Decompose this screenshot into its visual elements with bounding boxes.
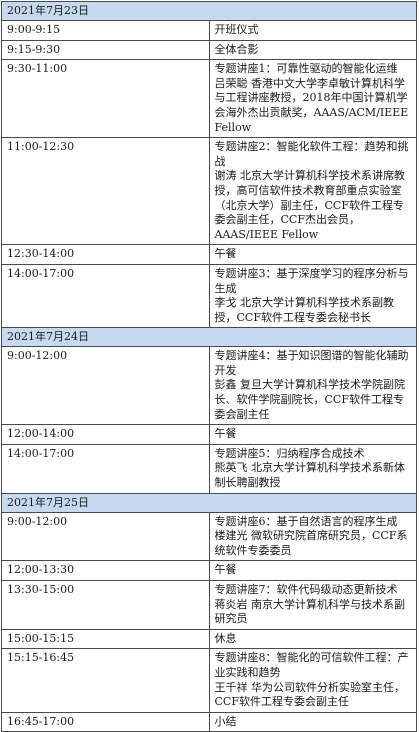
- session-time: 14:00-17:00: [1, 263, 210, 329]
- session-speaker: 彭鑫 复旦大学计算机科学技术学院副院长、软件学院副院长，CCF软件工程专委会副主…: [214, 378, 406, 421]
- session-row: 14:00-17:00 专题讲座3：基于深度学习的程序分析与生成 李戈 北京大学计算…: [1, 263, 417, 329]
- session-row: 9:15-9:30 全体合影: [1, 39, 417, 61]
- session-content: 专题讲座3：基于深度学习的程序分析与生成 李戈 北京大学计算机科学技术系副教授，C…: [208, 263, 417, 329]
- session-title: 休息: [214, 631, 237, 645]
- session-row: 9:00-12:00 专题讲座6：基于自然语言的程序生成 楼建光 微软研究院首席研究…: [1, 511, 417, 562]
- session-title: 小结: [214, 714, 237, 728]
- session-title: 专题讲座8：智能化的可信软件工程：产业实践和趋势: [214, 651, 409, 679]
- session-row: 13:30-15:00 专题讲座7：软件代码级动态更新技术 蒋炎岩 南京大学计算机科…: [1, 580, 417, 630]
- session-time: 12:00-14:00: [1, 424, 210, 445]
- session-title: 午餐: [214, 563, 237, 577]
- session-content: 小结: [208, 711, 417, 732]
- session-row: 9:00-9:15 开班仪式: [1, 20, 417, 41]
- session-time: 11:00-12:30: [1, 137, 210, 246]
- session-content: 午餐: [208, 424, 417, 445]
- session-title: 全体合影: [214, 42, 259, 56]
- session-row: 12:00-14:00 午餐: [1, 424, 417, 445]
- session-row: 11:00-12:30 专题讲座2：智能化软件工程：趋势和挑战 谢涛 北京大学计算机…: [1, 137, 417, 246]
- session-speaker: 蒋炎岩 南京大学计算机科学与技术系副研究员: [214, 597, 406, 626]
- session-title: 午餐: [214, 247, 237, 261]
- session-time: 16:45-17:00: [1, 711, 210, 732]
- session-title: 专题讲座6：基于自然语言的程序生成: [214, 514, 398, 528]
- session-title: 专题讲座1：可靠性驱动的智能化运维: [214, 62, 398, 76]
- session-content: 休息: [208, 628, 417, 650]
- session-row: 9:00-12:00 专题讲座4：基于知识图谱的智能化辅助开发 彭鑫 复旦大学计算机…: [1, 346, 417, 426]
- session-content: 午餐: [208, 244, 417, 265]
- session-row: 12:00-13:30 午餐: [1, 560, 417, 581]
- session-title: 专题讲座5：归纳程序合成技术: [214, 446, 365, 460]
- session-content: 专题讲座8：智能化的可信软件工程：产业实践和趋势 王千祥 华为公司软件分析实验室主…: [208, 648, 417, 713]
- session-time: 9:00-12:00: [1, 511, 210, 562]
- session-content: 专题讲座2：智能化软件工程：趋势和挑战 谢涛 北京大学计算机科学技术系讲席教授，高…: [208, 137, 417, 246]
- session-time: 13:30-15:00: [1, 580, 210, 630]
- day-date: 2021年7月23日: [1, 1, 417, 21]
- session-row: 9:30-11:00 专题讲座1：可靠性驱动的智能化运维 吕荣聪 香港中文大学李卓敏…: [1, 59, 417, 139]
- day-header-row: 2021年7月23日: [1, 1, 417, 21]
- session-row: 15:00-15:15 休息: [1, 628, 417, 650]
- day-header-row: 2021年7月25日: [1, 492, 417, 513]
- session-time: 9:00-9:15: [1, 20, 210, 41]
- session-time: 12:00-13:30: [1, 560, 210, 581]
- session-row: 15:15-16:45 专题讲座8：智能化的可信软件工程：产业实践和趋势 王千祥 华…: [1, 648, 417, 713]
- session-title: 午餐: [214, 427, 237, 441]
- session-speaker: 吕荣聪 香港中文大学李卓敏计算机科学与工程讲座教授，2018年中国计算机学会海外…: [214, 76, 409, 134]
- session-speaker: 熊英飞 北京大学计算机科学技术系新体制长聘副教授: [214, 461, 406, 490]
- session-time: 12:30-14:00: [1, 244, 210, 265]
- session-row: 14:00-17:00 专题讲座5：归纳程序合成技术 熊英飞 北京大学计算机科学技术…: [1, 443, 417, 494]
- session-row: 16:45-17:00 小结: [1, 711, 417, 732]
- day-date: 2021年7月25日: [1, 492, 417, 513]
- session-speaker: 李戈 北京大学计算机科学技术系副教授，CCF软件工程专委会秘书长: [214, 296, 395, 324]
- day-header-row: 2021年7月24日: [1, 327, 417, 348]
- session-title: 专题讲座2：智能化软件工程：趋势和挑战: [214, 140, 409, 168]
- session-time: 9:30-11:00: [1, 59, 210, 139]
- day-date: 2021年7月24日: [1, 327, 417, 348]
- session-title: 专题讲座3：基于深度学习的程序分析与生成: [214, 266, 409, 295]
- session-content: 开班仪式: [208, 20, 417, 41]
- session-time: 9:00-12:00: [1, 346, 210, 426]
- session-content: 专题讲座1：可靠性驱动的智能化运维 吕荣聪 香港中文大学李卓敏计算机科学与工程讲座…: [208, 59, 417, 139]
- session-speaker: 王千祥 华为公司软件分析实验室主任，CCF软件工程专委会副主任: [214, 680, 406, 709]
- session-content: 全体合影: [208, 39, 417, 61]
- session-row: 12:30-14:00 午餐: [1, 244, 417, 265]
- session-time: 15:15-16:45: [1, 648, 210, 713]
- session-title: 专题讲座4：基于知识图谱的智能化辅助开发: [214, 349, 409, 377]
- session-time: 9:15-9:30: [1, 39, 210, 61]
- session-content: 午餐: [208, 560, 417, 581]
- session-title: 开班仪式: [214, 23, 259, 36]
- session-speaker: 谢涛 北京大学计算机科学技术系讲席教授，高可信软件技术教育部重点实验室（北京大学…: [214, 169, 406, 241]
- session-content: 专题讲座4：基于知识图谱的智能化辅助开发 彭鑫 复旦大学计算机科学技术学院副院长、…: [208, 346, 417, 426]
- session-title: 专题讲座7：软件代码级动态更新技术: [214, 583, 398, 596]
- session-content: 专题讲座6：基于自然语言的程序生成 楼建光 微软研究院首席研究员，CCF系统软件专…: [208, 511, 417, 562]
- schedule-body: 2021年7月23日 9:00-9:15 开班仪式 9:15-9:30 全体合影 9:30…: [1, 1, 417, 732]
- session-time: 15:00-15:15: [1, 628, 210, 650]
- session-content: 专题讲座5：归纳程序合成技术 熊英飞 北京大学计算机科学技术系新体制长聘副教授: [208, 443, 417, 494]
- session-content: 专题讲座7：软件代码级动态更新技术 蒋炎岩 南京大学计算机科学与技术系副研究员: [208, 580, 417, 630]
- schedule-table: 2021年7月23日 9:00-9:15 开班仪式 9:15-9:30 全体合影 9:30…: [1, 1, 417, 732]
- session-speaker: 楼建光 微软研究院首席研究员，CCF系统软件专委委员: [214, 529, 408, 557]
- session-time: 14:00-17:00: [1, 443, 210, 494]
